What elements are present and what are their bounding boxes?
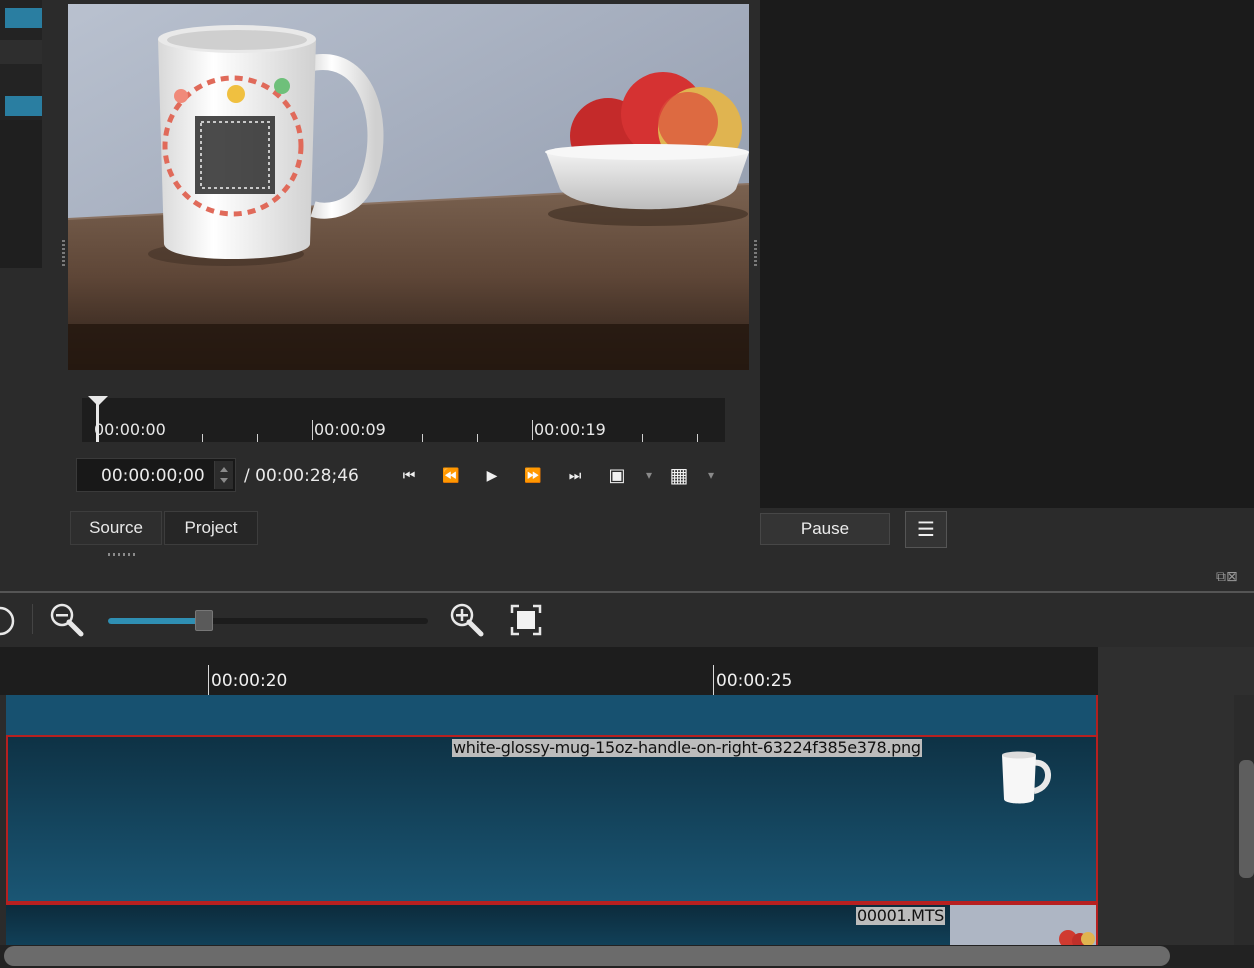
zoom-out-icon[interactable] bbox=[48, 601, 86, 639]
skip-start-icon: ⏮ bbox=[402, 466, 416, 483]
zoom-toggle-button[interactable]: ▣ bbox=[606, 463, 628, 487]
pause-button-label: Pause bbox=[800, 519, 850, 538]
fast-forward-icon: ⏩ bbox=[524, 466, 542, 483]
timeline-ruler[interactable]: 00:00:20 00:00:25 bbox=[0, 647, 1098, 695]
clip-label: 00001.MTS bbox=[856, 906, 946, 925]
grid-icon: ▦ bbox=[669, 464, 689, 487]
skip-to-start-button[interactable]: ⏮ bbox=[398, 463, 420, 487]
timeline-ruler-label: 00:00:20 bbox=[211, 671, 288, 691]
zoom-slider-fill bbox=[108, 618, 204, 624]
dock-item[interactable] bbox=[0, 40, 42, 64]
menu-button[interactable]: ☰ bbox=[905, 511, 947, 548]
tab-project[interactable]: Project bbox=[164, 511, 258, 545]
video-preview bbox=[68, 4, 749, 370]
ruler-label: 00:00:09 bbox=[314, 420, 386, 439]
timeline-empty-area bbox=[1098, 647, 1254, 947]
zoom-fit-icon[interactable] bbox=[510, 604, 542, 636]
timeline-major-tick bbox=[713, 665, 714, 695]
fast-forward-button[interactable]: ⏩ bbox=[522, 463, 544, 487]
secondary-monitor-panel bbox=[760, 0, 1254, 508]
play-button[interactable]: ▶ bbox=[481, 463, 503, 487]
chevron-down-icon: ▾ bbox=[707, 468, 715, 482]
timeline-major-tick bbox=[208, 665, 209, 695]
chevron-down-icon: ▾ bbox=[645, 468, 653, 482]
splitter-handle[interactable] bbox=[62, 240, 65, 268]
skip-to-end-button[interactable]: ⏭ bbox=[564, 463, 586, 487]
float-icon[interactable]: ⧉ bbox=[1216, 568, 1226, 584]
clip-thumbnail bbox=[1002, 751, 1051, 804]
ruler-tick bbox=[642, 434, 643, 442]
skip-end-icon: ⏭ bbox=[568, 466, 582, 483]
toolbar-divider bbox=[32, 604, 33, 634]
dock-controls: ⧉⊠ bbox=[1216, 568, 1254, 586]
play-icon: ▶ bbox=[486, 466, 498, 483]
ruler-tick bbox=[257, 434, 258, 442]
tab-drag-handle[interactable] bbox=[108, 553, 138, 556]
timeline-track[interactable] bbox=[6, 695, 1098, 735]
clip-thumbnail bbox=[950, 905, 1096, 945]
player-ruler[interactable]: 00:00:00 00:00:09 00:00:19 bbox=[82, 398, 725, 442]
zoom-toggle-icon: ▣ bbox=[608, 464, 626, 485]
menu-icon: ☰ bbox=[917, 519, 935, 541]
grid-dropdown[interactable]: ▾ bbox=[700, 463, 722, 487]
left-dock-strip bbox=[0, 0, 42, 268]
clip-label: white-glossy-mug-15oz-handle-on-right-63… bbox=[452, 738, 922, 757]
grid-toggle-button[interactable]: ▦ bbox=[668, 463, 690, 487]
rewind-button[interactable]: ⏪ bbox=[440, 463, 462, 487]
zoom-slider-handle[interactable] bbox=[195, 610, 213, 631]
vertical-scrollbar-thumb[interactable] bbox=[1239, 760, 1254, 878]
ruler-tick bbox=[422, 434, 423, 442]
dock-item-selected[interactable] bbox=[5, 8, 42, 28]
close-icon[interactable]: ⊠ bbox=[1226, 568, 1238, 584]
timecode-field[interactable]: 00:00:00;00 bbox=[76, 458, 236, 492]
ruler-major-tick bbox=[532, 420, 533, 440]
tab-project-label: Project bbox=[184, 518, 238, 537]
clip-border bbox=[1096, 903, 1098, 945]
timeline-ruler-label: 00:00:25 bbox=[716, 671, 793, 691]
ruler-label: 00:00:19 bbox=[534, 420, 606, 439]
dock-item-selected[interactable] bbox=[5, 96, 42, 116]
timeline-clip-selected[interactable] bbox=[6, 735, 1098, 903]
tab-source-label: Source bbox=[89, 518, 143, 537]
rewind-icon: ⏪ bbox=[442, 466, 460, 483]
partial-circle-icon[interactable] bbox=[0, 604, 16, 638]
zoom-dropdown[interactable]: ▾ bbox=[638, 463, 660, 487]
zoom-in-icon[interactable] bbox=[448, 601, 486, 639]
total-duration: / 00:00:28;46 bbox=[244, 466, 359, 486]
timecode-value[interactable]: 00:00:00;00 bbox=[101, 466, 205, 486]
ruler-tick bbox=[202, 434, 203, 442]
dock-panel bbox=[0, 120, 42, 268]
ruler-tick bbox=[697, 434, 698, 442]
ruler-tick bbox=[477, 434, 478, 442]
horizontal-scrollbar-thumb[interactable] bbox=[4, 946, 1170, 966]
splitter-handle[interactable] bbox=[754, 240, 757, 268]
tab-source[interactable]: Source bbox=[70, 511, 162, 545]
playhead[interactable] bbox=[88, 396, 108, 444]
pause-button[interactable]: Pause bbox=[760, 513, 890, 545]
ruler-major-tick bbox=[312, 420, 313, 440]
timecode-spinner[interactable] bbox=[214, 461, 233, 489]
